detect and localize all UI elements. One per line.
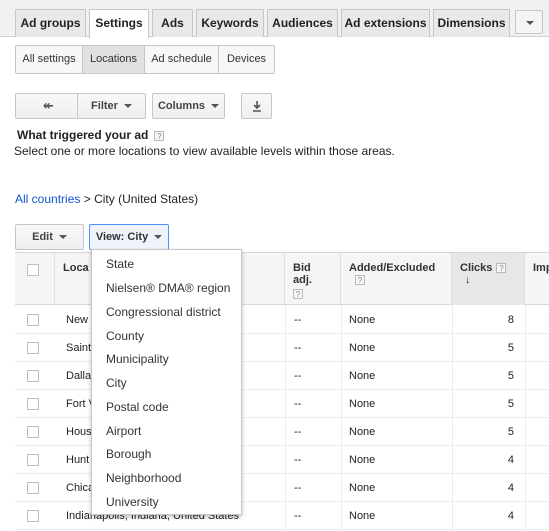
- filter-label: Filter: [91, 100, 118, 112]
- subtab-locations[interactable]: Locations: [83, 46, 145, 73]
- back-button[interactable]: ↞: [15, 93, 82, 119]
- header-clicks-label: Clicks: [460, 262, 493, 274]
- header-added-excluded-label: Added/Excluded: [349, 262, 436, 274]
- row-clicks: 5: [507, 398, 514, 410]
- menu-item-municipality[interactable]: Municipality: [92, 348, 241, 371]
- row-added-excluded[interactable]: None: [349, 418, 449, 446]
- row-added-excluded[interactable]: None: [349, 306, 449, 334]
- row-bid-adj[interactable]: --: [294, 362, 334, 390]
- tab-overflow-menu-button[interactable]: [515, 10, 543, 34]
- back-arrow-icon: ↞: [43, 98, 54, 113]
- edit-label: Edit: [32, 231, 53, 243]
- chevron-down-icon: [211, 104, 220, 109]
- row-added-excluded[interactable]: None: [349, 446, 449, 474]
- row-added-excluded[interactable]: None: [349, 390, 449, 418]
- header-select-cell: [15, 253, 55, 305]
- row-checkbox[interactable]: [27, 482, 39, 494]
- row-clicks: 5: [507, 426, 514, 438]
- select-all-checkbox[interactable]: [27, 264, 39, 276]
- header-impressions-label: Imp: [533, 262, 549, 274]
- filter-button[interactable]: Filter: [77, 93, 146, 119]
- menu-item-borough[interactable]: Borough: [92, 443, 241, 466]
- tab-ad-groups[interactable]: Ad groups: [15, 9, 86, 37]
- menu-item-neighborhood[interactable]: Neighborhood: [92, 467, 241, 490]
- header-bid-adj[interactable]: Bid adj. ?: [285, 253, 341, 305]
- row-added-excluded[interactable]: None: [349, 474, 449, 502]
- menu-item-state[interactable]: State: [92, 253, 241, 276]
- row-bid-adj[interactable]: --: [294, 390, 334, 418]
- row-bid-adj[interactable]: --: [294, 474, 334, 502]
- tab-ads[interactable]: Ads: [152, 9, 193, 37]
- tab-ad-extensions[interactable]: Ad extensions: [341, 9, 430, 37]
- download-icon: [252, 101, 261, 112]
- row-clicks: 4: [507, 510, 514, 522]
- row-clicks: 4: [507, 454, 514, 466]
- row-clicks: 5: [507, 342, 514, 354]
- header-location-label: Loca: [63, 262, 89, 274]
- menu-item-city[interactable]: City: [92, 372, 241, 395]
- columns-button[interactable]: Columns: [152, 93, 225, 119]
- settings-subtab-bar: All settings Locations Ad schedule Devic…: [15, 45, 275, 74]
- row-checkbox[interactable]: [27, 314, 39, 326]
- row-checkbox[interactable]: [27, 342, 39, 354]
- menu-item-university[interactable]: University: [92, 491, 241, 514]
- tab-settings[interactable]: Settings: [89, 9, 149, 38]
- view-level-button[interactable]: View: City: [89, 224, 169, 250]
- row-bid-adj[interactable]: --: [294, 502, 334, 530]
- row-added-excluded[interactable]: None: [349, 334, 449, 362]
- section-title-text: What triggered your ad: [17, 128, 149, 142]
- edit-button[interactable]: Edit: [15, 224, 84, 250]
- tab-audiences[interactable]: Audiences: [267, 9, 338, 37]
- chevron-down-icon: [58, 235, 67, 240]
- subtab-ad-schedule[interactable]: Ad schedule: [145, 46, 219, 73]
- header-impressions[interactable]: Imp: [525, 253, 549, 305]
- row-bid-adj[interactable]: --: [294, 446, 334, 474]
- header-clicks[interactable]: Clicks ? ↓: [452, 253, 525, 305]
- menu-item-congressional-district[interactable]: Congressional district: [92, 301, 241, 324]
- help-icon[interactable]: ?: [154, 130, 165, 141]
- view-level-dropdown: State Nielsen® DMA® region Congressional…: [91, 249, 242, 515]
- row-checkbox[interactable]: [27, 510, 39, 522]
- header-added-excluded[interactable]: Added/Excluded?: [341, 253, 452, 305]
- tab-keywords[interactable]: Keywords: [196, 9, 264, 37]
- section-description: Select one or more locations to view ava…: [14, 144, 395, 158]
- help-icon[interactable]: ?: [293, 289, 303, 299]
- header-bid-adj-label: Bid adj.: [293, 262, 312, 286]
- row-clicks: 5: [507, 370, 514, 382]
- row-checkbox[interactable]: [27, 454, 39, 466]
- chevron-down-icon: [123, 104, 132, 109]
- breadcrumb-all-countries-link[interactable]: All countries: [15, 192, 80, 206]
- main-tab-bar: Ad groups Settings Ads Keywords Audience…: [0, 0, 549, 38]
- section-title: What triggered your ad?: [17, 128, 165, 142]
- subtab-devices[interactable]: Devices: [219, 46, 274, 73]
- breadcrumb-separator: >: [83, 192, 91, 206]
- tab-dimensions[interactable]: Dimensions: [433, 9, 510, 37]
- breadcrumb-current: City (United States): [94, 192, 199, 206]
- row-bid-adj[interactable]: --: [294, 306, 334, 334]
- row-added-excluded[interactable]: None: [349, 502, 449, 530]
- row-clicks: 8: [507, 314, 514, 326]
- help-icon[interactable]: ?: [355, 275, 365, 286]
- menu-item-airport[interactable]: Airport: [92, 420, 241, 443]
- row-added-excluded[interactable]: None: [349, 362, 449, 390]
- menu-item-county[interactable]: County: [92, 325, 241, 348]
- help-icon[interactable]: ?: [496, 263, 507, 274]
- row-bid-adj[interactable]: --: [294, 418, 334, 446]
- menu-item-postal-code[interactable]: Postal code: [92, 396, 241, 419]
- subtab-all-settings[interactable]: All settings: [16, 46, 83, 73]
- row-checkbox[interactable]: [27, 398, 39, 410]
- breadcrumb: All countries > City (United States): [15, 192, 198, 206]
- arrow-down-icon: ↓: [465, 274, 471, 286]
- columns-label: Columns: [157, 100, 206, 112]
- menu-item-nielsen-dma-region[interactable]: Nielsen® DMA® region: [92, 277, 241, 300]
- view-label: View: City: [95, 231, 149, 243]
- row-checkbox[interactable]: [27, 426, 39, 438]
- row-clicks: 4: [507, 482, 514, 494]
- row-bid-adj[interactable]: --: [294, 334, 334, 362]
- chevron-down-icon: [154, 235, 163, 240]
- row-checkbox[interactable]: [27, 370, 39, 382]
- download-button[interactable]: [241, 93, 272, 119]
